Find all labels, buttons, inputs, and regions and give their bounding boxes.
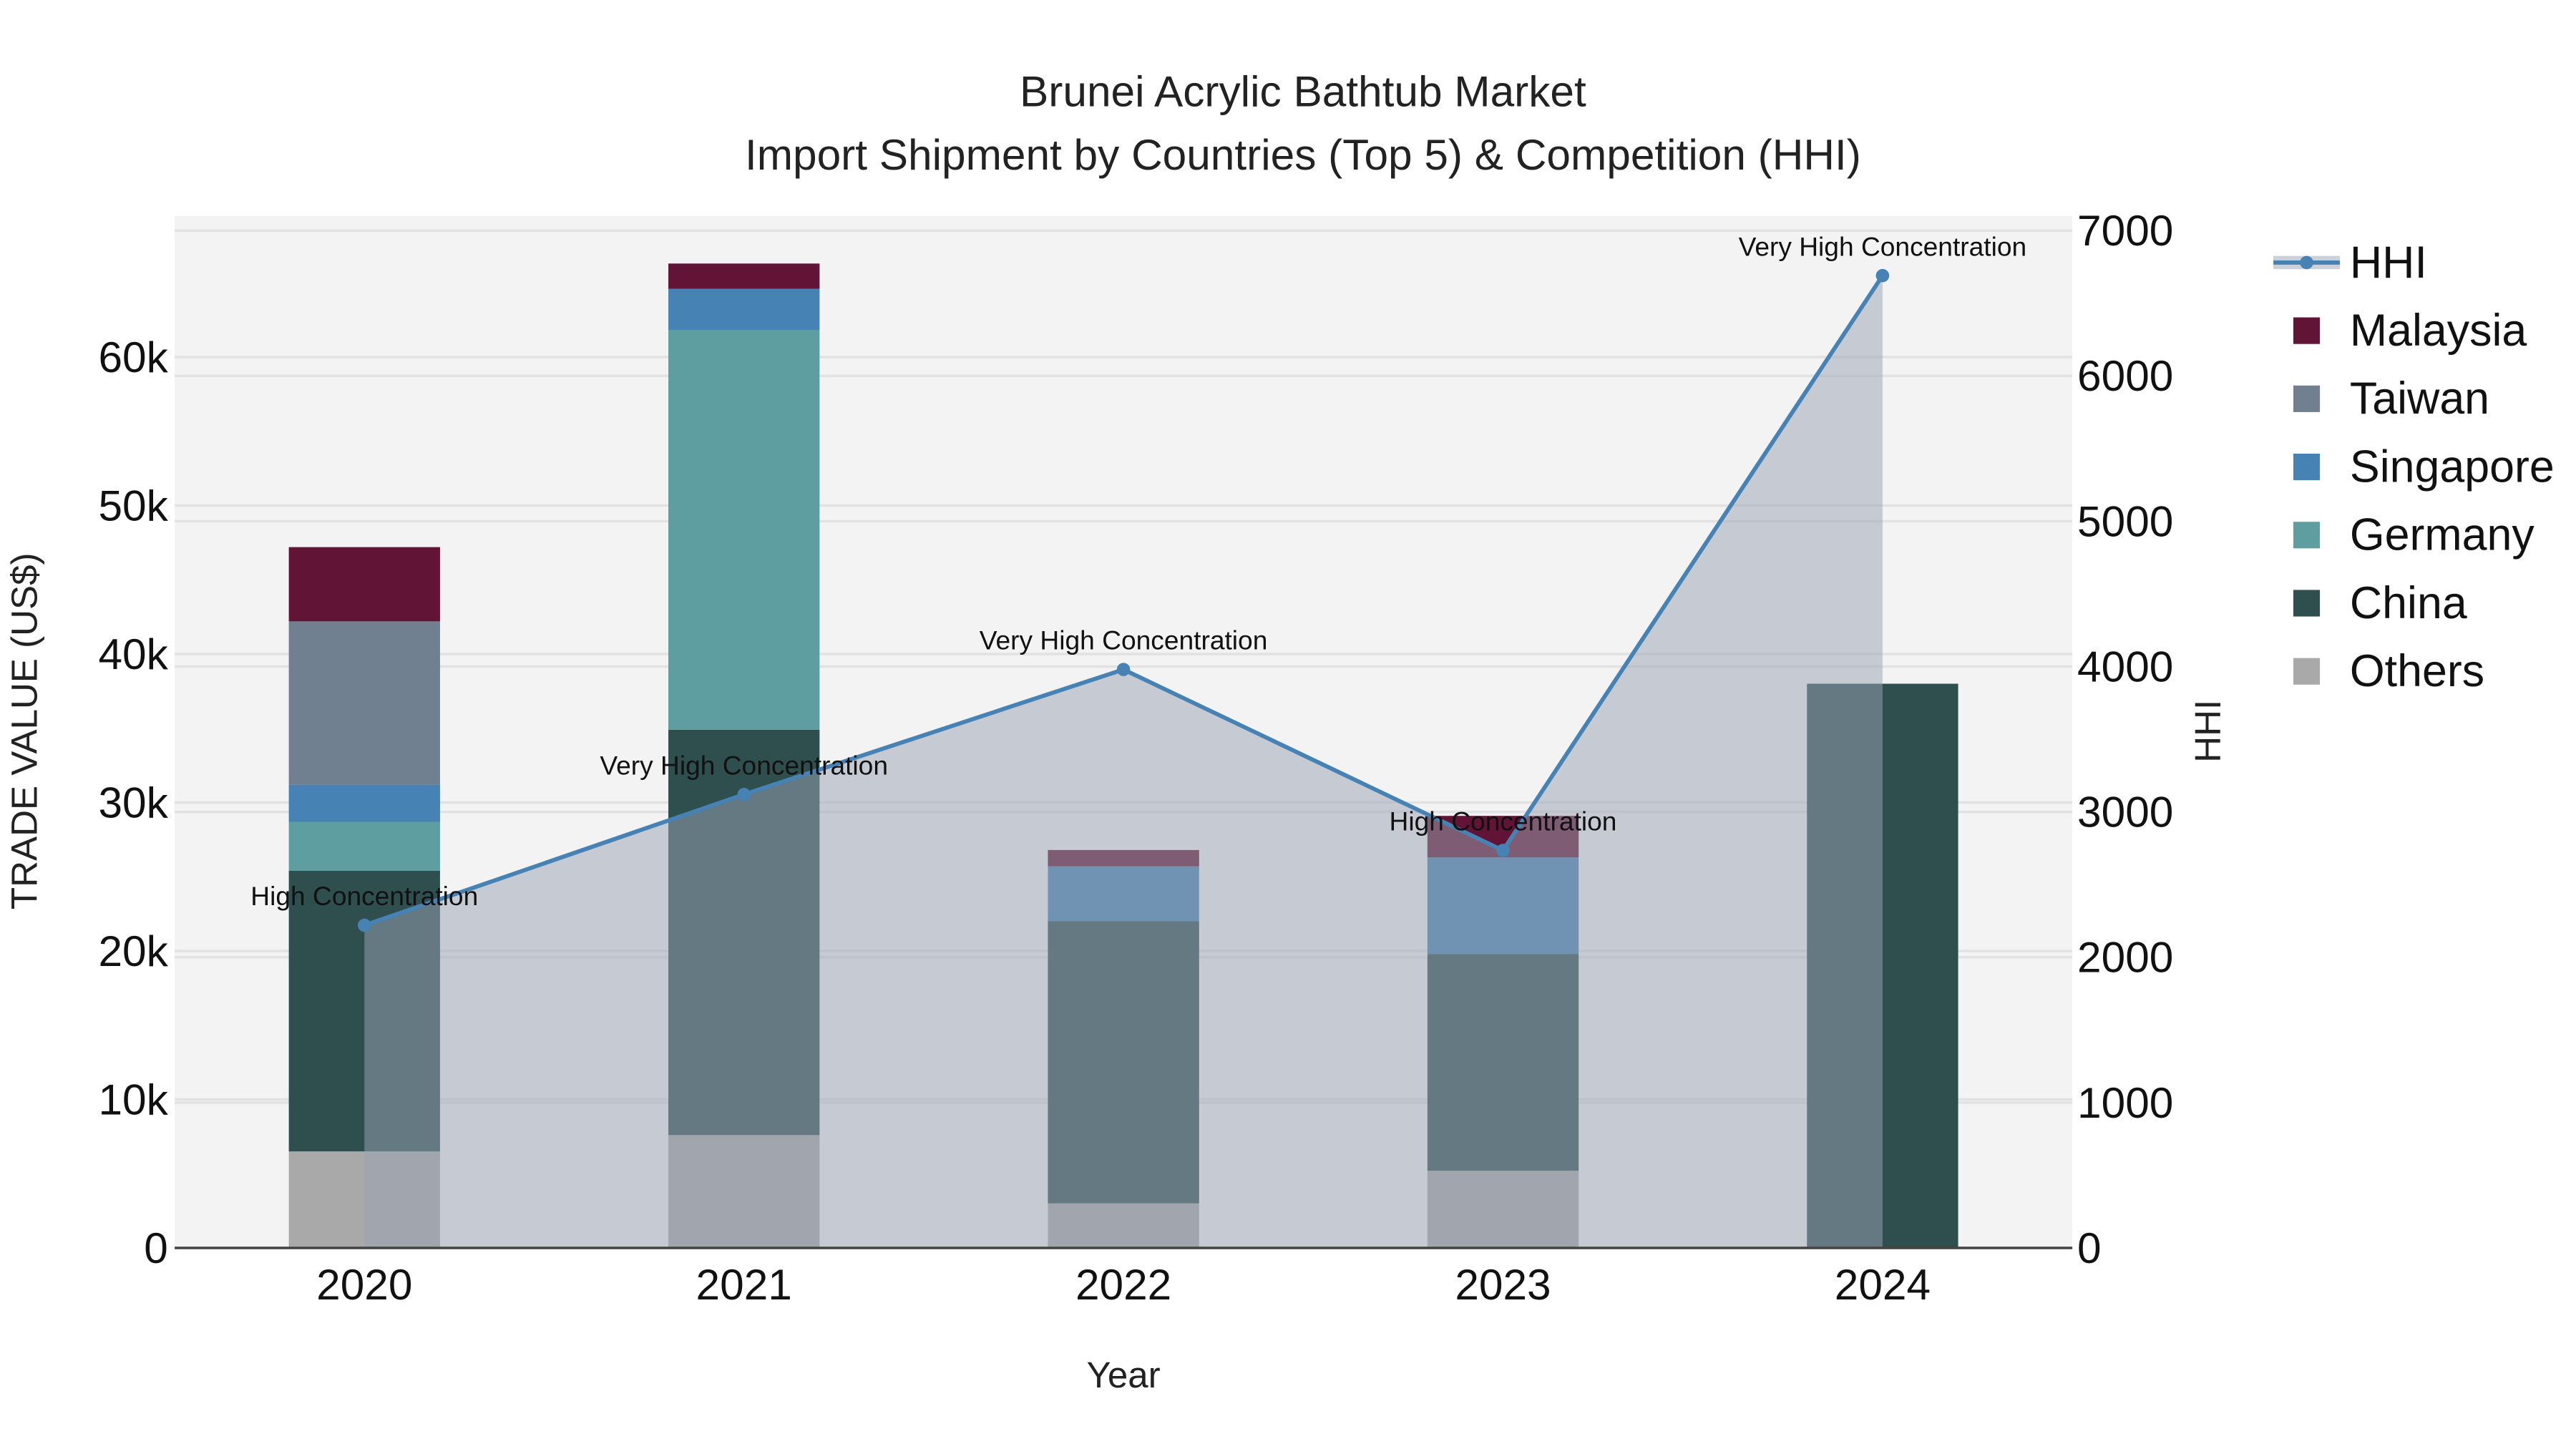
hhi-annotation: High Concentration <box>1390 806 1617 836</box>
y2-axis-ticks: 0 1000 2000 3000 4000 5000 6000 7000 <box>2077 206 2173 1272</box>
legend-swatch-malaysia <box>2293 317 2321 344</box>
legend-label: HHI <box>2350 238 2427 288</box>
legend-label: Others <box>2350 646 2484 696</box>
y2-tick-label: 7000 <box>2077 206 2173 255</box>
bar-taiwan-2020 <box>288 621 440 785</box>
y-axis-ticks: 0 10k 20k 30k 40k 50k 60k <box>98 333 168 1272</box>
chart-subtitle: Import Shipment by Countries (Top 5) & C… <box>745 130 1861 179</box>
hhi-point-2021 <box>737 788 751 801</box>
y-tick-label: 40k <box>98 630 168 678</box>
y2-tick-label: 5000 <box>2077 497 2173 545</box>
legend-swatch-others <box>2293 658 2321 685</box>
y2-tick-label: 4000 <box>2077 642 2173 691</box>
hhi-point-2022 <box>1116 663 1131 676</box>
hhi-annotation: Very High Concentration <box>600 750 888 780</box>
y-tick-label: 50k <box>98 481 168 530</box>
y-tick-label: 60k <box>98 333 168 381</box>
bar-germany-2020 <box>288 821 440 871</box>
legend-swatch-china <box>2293 590 2321 617</box>
y-tick-label: 30k <box>98 778 168 826</box>
hhi-annotation: High Concentration <box>250 881 478 911</box>
y-tick-label: 20k <box>98 927 168 975</box>
bar-singapore-2021 <box>668 288 820 331</box>
y2-tick-label: 2000 <box>2077 933 2173 982</box>
bar-malaysia-2020 <box>288 547 440 622</box>
x-tick-label: 2023 <box>1455 1260 1551 1309</box>
legend-swatch-singapore <box>2293 453 2321 481</box>
legend-label: Taiwan <box>2350 374 2489 424</box>
legend-swatch-taiwan <box>2293 385 2321 412</box>
legend-hhi-marker <box>2300 255 2313 270</box>
hhi-point-2020 <box>358 918 371 932</box>
legend-label: Malaysia <box>2350 306 2527 356</box>
y2-tick-label: 6000 <box>2077 351 2173 400</box>
x-tick-label: 2022 <box>1075 1260 1171 1309</box>
legend-label: Singapore <box>2350 441 2555 492</box>
legend-label: China <box>2350 578 2467 628</box>
bar-singapore-2020 <box>288 784 440 822</box>
x-axis-ticks: 2020 2021 2022 2023 2024 <box>316 1260 1931 1309</box>
bar-malaysia-2021 <box>668 263 820 289</box>
hhi-point-2023 <box>1496 844 1510 857</box>
hhi-annotation: Very High Concentration <box>980 625 1268 655</box>
x-tick-label: 2021 <box>696 1260 792 1309</box>
x-tick-label: 2020 <box>316 1260 412 1309</box>
y2-tick-label: 1000 <box>2077 1078 2173 1127</box>
y2-axis-title: HHI <box>2187 700 2228 763</box>
legend-swatch-germany <box>2293 522 2321 549</box>
x-tick-label: 2024 <box>1835 1260 1931 1309</box>
chart-title: Brunei Acrylic Bathtub Market <box>1020 67 1586 116</box>
legend: HHI Malaysia Taiwan Singapore Germany China Ot… <box>2273 238 2555 696</box>
y2-tick-label: 0 <box>2077 1224 2102 1272</box>
y-tick-label: 0 <box>144 1224 168 1272</box>
hhi-point-2024 <box>1875 268 1890 283</box>
hhi-annotation: Very High Concentration <box>1739 231 2027 261</box>
y-axis-title: TRADE VALUE (US$) <box>4 552 44 909</box>
y-tick-label: 10k <box>98 1075 168 1123</box>
bar-germany-2021 <box>668 330 820 730</box>
chart: Brunei Acrylic Bathtub Market Import Shi… <box>4 67 2555 1395</box>
x-axis-title: Year <box>1086 1355 1160 1395</box>
y2-tick-label: 3000 <box>2077 788 2173 836</box>
legend-label: Germany <box>2350 510 2534 560</box>
